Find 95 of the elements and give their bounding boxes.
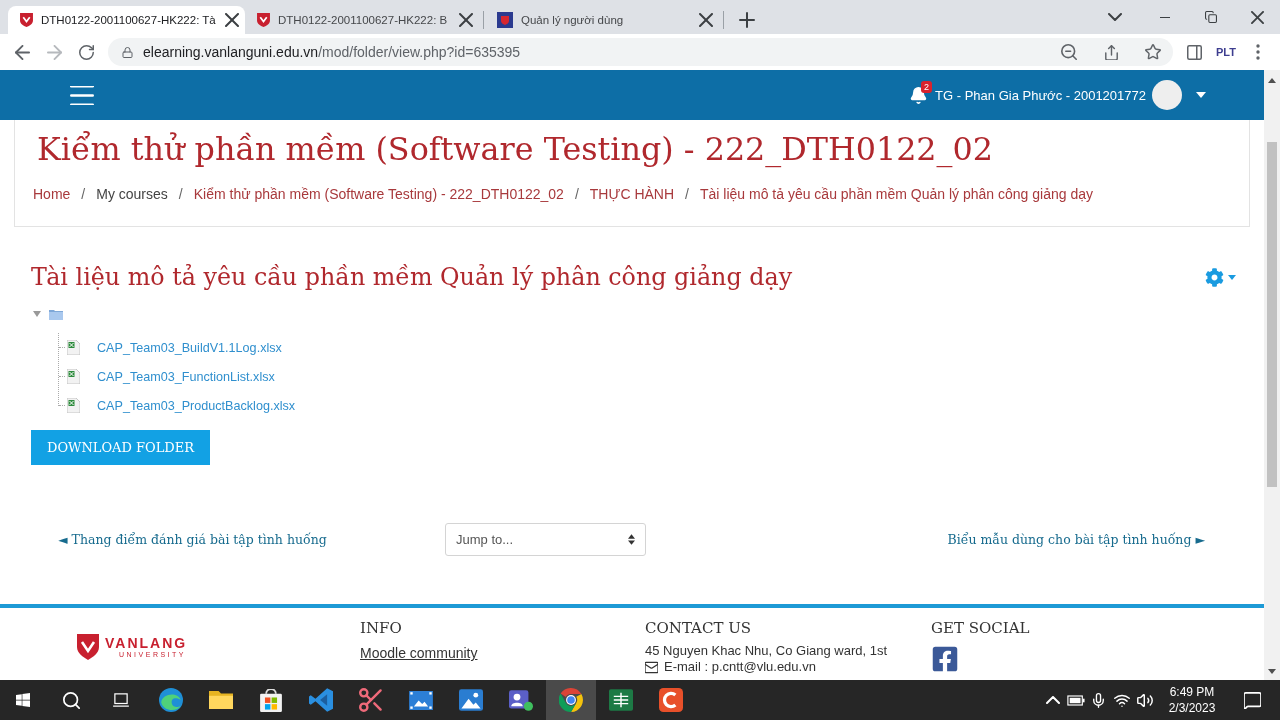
envelope-icon: [645, 660, 658, 674]
clock-time[interactable]: 6:49 PM: [1169, 684, 1215, 700]
close-icon: [459, 13, 473, 27]
minimize-icon: [1160, 16, 1170, 18]
clock-date[interactable]: 2/3/2023: [1168, 700, 1216, 716]
footer-heading: CONTACT US: [645, 619, 752, 637]
footer-heading: INFO: [360, 619, 402, 637]
user-name[interactable]: TG - Phan Gia Phước - 2001201772: [935, 87, 1146, 103]
breadcrumb-link[interactable]: Home: [33, 186, 71, 202]
arc-tile-icon: [659, 688, 683, 712]
browser-tab[interactable]: Quản lý người dùng: [485, 6, 722, 34]
tab-close-button[interactable]: [223, 12, 240, 28]
caret-icon: [1228, 274, 1236, 280]
ribbon-icon: [309, 688, 333, 712]
file-link[interactable]: CAP_Team03_FunctionList.xlsx: [97, 369, 275, 384]
star-icon: [1145, 44, 1161, 60]
sort-arrows-icon: [628, 534, 635, 545]
picture-icon: [459, 689, 483, 711]
spreadsheet-icon: [609, 689, 633, 711]
file-link[interactable]: CAP_Team03_ProductBacklog.xlsx: [97, 398, 296, 413]
breadcrumb-link[interactable]: Tài liệu mô tả yêu cầu phần mềm Quản lý phân công giảng dạy: [700, 186, 1093, 202]
course-title: Kiểm thử phần mềm (Software Testing) - 222_DTH0122_02: [37, 130, 994, 168]
breadcrumb-separator: /: [178, 186, 183, 202]
close-icon: [224, 13, 239, 27]
folder-app-icon: [209, 691, 233, 709]
logo-name: VANLANG: [105, 636, 188, 651]
tree-toggle-icon[interactable]: [33, 310, 41, 318]
forward-arrow-icon: [46, 44, 62, 60]
zoom-out-icon: [1061, 44, 1077, 60]
people-tile-icon: [509, 689, 533, 711]
share-icon: [1103, 44, 1119, 60]
facebook-icon[interactable]: [931, 645, 959, 673]
file-link[interactable]: CAP_Team03_BuildV1.1Log.xlsx: [97, 340, 282, 355]
chevron-up-icon[interactable]: [1045, 696, 1060, 704]
tab-close-button[interactable]: [458, 12, 474, 28]
four-panes-icon: [15, 692, 31, 708]
plus-icon: [739, 12, 755, 28]
wifi-icon[interactable]: [1113, 693, 1130, 707]
breadcrumb-separator: /: [81, 186, 86, 202]
restore-icon: [1205, 11, 1217, 23]
browser-tab[interactable]: DTH0122-2001100627-HK222: Tà: [8, 6, 245, 34]
folder-icon: [49, 308, 63, 320]
close-icon: [1250, 10, 1264, 24]
scroll-up-arrow-icon[interactable]: [1268, 78, 1276, 83]
notification-badge: 2: [921, 80, 933, 93]
microphone-icon[interactable]: [1093, 692, 1104, 708]
close-icon: [699, 13, 713, 27]
reload-icon: [78, 44, 94, 60]
tricolor-circle-icon: [559, 688, 583, 712]
address-bar[interactable]: elearning.vanlanguni.edu.vn/mod/folder/view.php?id=635395: [108, 38, 1173, 66]
caret-icon[interactable]: [1196, 92, 1206, 98]
spreadsheet-file-icon: [67, 369, 80, 384]
bell-icon[interactable]: [910, 86, 928, 104]
scrollbar[interactable]: [1264, 70, 1280, 680]
browser-tab[interactable]: DTH0122-2001100627-HK222: B: [245, 6, 482, 34]
scroll-down-arrow-icon[interactable]: [1268, 669, 1276, 674]
chevron-down-icon: [1108, 13, 1122, 21]
volume-icon[interactable]: [1136, 693, 1153, 707]
breadcrumb-link[interactable]: THỰC HÀNH: [589, 186, 675, 202]
more-icon: [1256, 44, 1260, 60]
swirl-icon: [159, 688, 183, 712]
previous-activity-link[interactable]: ◄ Thang điểm đánh giá bài tập tình huống: [58, 532, 327, 547]
spreadsheet-file-icon: [67, 398, 80, 413]
side-panel-icon: [1186, 44, 1202, 60]
breadcrumb-separator: /: [574, 186, 579, 202]
page-heading: Tài liệu mô tả yêu cầu phần mềm Quản lý phân công giảng dạy: [31, 263, 793, 291]
settings-icon: [1205, 267, 1224, 287]
breadcrumb-link[interactable]: Kiểm thử phần mềm (Software Testing) - 222_DTH0122_02: [193, 186, 564, 202]
settings-menu-button[interactable]: [1205, 265, 1236, 289]
shield-logo-icon: [77, 634, 99, 660]
lock-icon: [122, 46, 133, 58]
footer-heading: GET SOCIAL: [931, 619, 1030, 637]
menu-icon[interactable]: [70, 85, 94, 105]
avatar[interactable]: [1152, 80, 1182, 110]
footer-email: E-mail : p.cntt@vlu.edu.vn: [664, 659, 816, 675]
breadcrumb-current-text: My courses: [96, 186, 168, 202]
shield-favicon-icon: [257, 13, 270, 27]
task-view-icon: [112, 693, 130, 707]
scissors-icon: [359, 688, 383, 712]
footer-link[interactable]: Moodle community: [360, 645, 478, 662]
film-icon: [409, 690, 433, 710]
search-icon: [62, 691, 80, 709]
jump-to-select[interactable]: Jump to...: [445, 523, 646, 556]
next-activity-link[interactable]: Biểu mẫu dùng cho bài tập tình huống ►: [947, 532, 1205, 547]
spreadsheet-file-icon: [67, 340, 80, 355]
tab-close-button[interactable]: [698, 12, 714, 28]
extension-button[interactable]: PLT: [1210, 37, 1242, 67]
battery-icon[interactable]: [1066, 694, 1085, 706]
shield-favicon-icon: [20, 13, 33, 27]
notification-icon: [1243, 691, 1261, 709]
shopping-bag-icon: [260, 688, 282, 712]
footer-address: 45 Nguyen Khac Nhu, Co Giang ward, 1st: [645, 643, 888, 659]
breadcrumb-separator: /: [685, 186, 689, 202]
shield-tile-favicon-icon: [497, 12, 513, 28]
scrollbar-thumb[interactable]: [1267, 142, 1277, 487]
